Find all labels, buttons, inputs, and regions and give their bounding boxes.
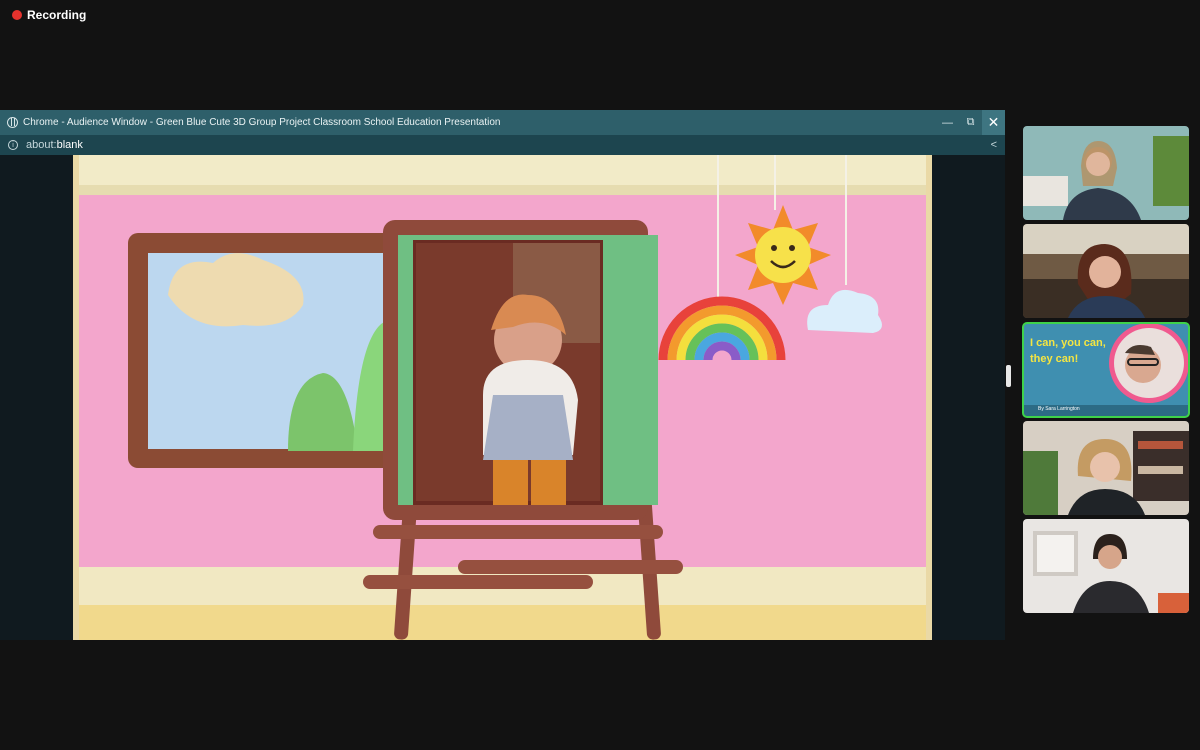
- restore-button[interactable]: ⧉: [959, 110, 982, 135]
- participant-5-feed: [1023, 519, 1189, 613]
- participant-1-feed: [1023, 126, 1189, 220]
- record-dot-icon: [12, 10, 22, 20]
- shared-browser-window: Chrome - Audience Window - Green Blue Cu…: [0, 110, 1005, 640]
- participant-2-feed: [1023, 224, 1189, 318]
- window-picture: [128, 233, 413, 468]
- minimize-button[interactable]: —: [936, 110, 959, 135]
- panel-resize-handle[interactable]: [1006, 365, 1011, 387]
- url-text[interactable]: about:blank: [26, 139, 991, 151]
- address-bar[interactable]: i about:blank <: [0, 135, 1005, 155]
- globe-icon: [7, 117, 18, 128]
- window-titlebar: Chrome - Audience Window - Green Blue Cu…: [0, 110, 1005, 135]
- presentation-slide: [73, 155, 932, 640]
- child-photo: [416, 243, 600, 505]
- clay-classroom-scene: [73, 155, 932, 640]
- active-speaker-slide-text: I can, you can, they can!: [1030, 337, 1106, 365]
- participant-4-feed: [1023, 421, 1189, 515]
- close-button[interactable]: ✕: [982, 110, 1005, 135]
- close-icon: ✕: [987, 114, 1000, 130]
- participant-video-5[interactable]: [1023, 519, 1189, 613]
- participant-video-1[interactable]: [1023, 126, 1189, 220]
- window-title: Chrome - Audience Window - Green Blue Cu…: [23, 117, 501, 128]
- active-speaker-byline: By Sara Larrington: [1038, 406, 1080, 412]
- info-icon[interactable]: i: [8, 140, 18, 150]
- recording-label: Recording: [27, 8, 87, 22]
- participant-video-2[interactable]: [1023, 224, 1189, 318]
- minimize-icon: —: [942, 116, 953, 129]
- share-icon[interactable]: <: [991, 139, 997, 151]
- restore-icon: ⧉: [966, 116, 975, 128]
- participant-video-4[interactable]: [1023, 421, 1189, 515]
- recording-indicator: Recording: [12, 8, 86, 22]
